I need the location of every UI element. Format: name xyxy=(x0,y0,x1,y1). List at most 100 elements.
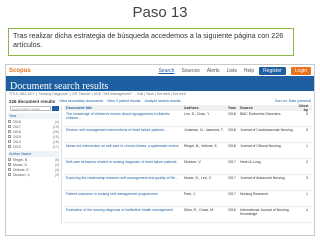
authors-cell[interactable]: Park, J. xyxy=(184,192,228,205)
facet-count: (4) xyxy=(54,162,59,167)
checkbox[interactable] xyxy=(8,120,11,123)
caption-text: Tras realizar dicha estrategia de búsque… xyxy=(13,31,284,49)
facet-label: 2015 xyxy=(13,134,21,139)
cited-by-cell[interactable]: 0 xyxy=(296,112,308,125)
year-cell: 2017 xyxy=(228,192,236,196)
col-authors-header[interactable]: Authors xyxy=(184,106,228,110)
facet-count: (5) xyxy=(54,157,59,162)
facet-label: Dickson, V. xyxy=(13,172,31,177)
document-title-link[interactable]: Evaluation of the nursing diagnosis of i… xyxy=(66,208,184,221)
document-title-link[interactable]: Exploring the relationship between self-… xyxy=(66,176,184,189)
table-row: Review: self-management interventions of… xyxy=(64,127,312,143)
document-title-link[interactable]: Patient outcomes in nursing self-managem… xyxy=(66,192,184,205)
nav-sources[interactable]: Sources xyxy=(181,68,199,74)
checkbox[interactable] xyxy=(8,140,11,143)
sort-dropdown[interactable]: Sort on: Date (newest) xyxy=(275,99,311,103)
source-cell[interactable]: Journal of Advanced Nursing xyxy=(240,176,296,189)
facet-count: (26) xyxy=(52,129,59,134)
authors-cell[interactable]: Silva, R., Costa, M. xyxy=(184,208,228,221)
facet-label: 2016 xyxy=(13,129,21,134)
scopus-screenshot: Scopus Search Sources Alerts Lists Help … xyxy=(5,64,315,236)
facet-author-item[interactable]: Riegel, B. (5) xyxy=(8,157,59,162)
cited-by-cell[interactable]: 4 xyxy=(296,208,308,221)
source-cell[interactable]: BMC Endocrine Disorders xyxy=(240,112,296,125)
checkbox[interactable] xyxy=(8,145,11,148)
register-button[interactable]: Register xyxy=(259,66,286,75)
facet-year-item[interactable]: 2018 (4) xyxy=(8,119,59,124)
year-cell: 2018 xyxy=(228,144,236,148)
analyze-results-link[interactable]: Analyze search results xyxy=(144,99,180,103)
checkbox[interactable] xyxy=(8,130,11,133)
source-cell[interactable]: Nursing Research xyxy=(240,192,296,205)
col-cited-header[interactable]: Cited by xyxy=(296,104,309,112)
table-row: Nurse-led intervention on self-care in c… xyxy=(64,143,312,159)
facet-label: 2013 xyxy=(13,144,21,149)
authors-cell[interactable]: Moser, D., Lee, C. xyxy=(184,176,228,189)
document-title-link[interactable]: Nurse-led intervention on self-care in c… xyxy=(66,144,184,157)
cited-by-cell[interactable]: 0 xyxy=(296,128,308,141)
patent-results-link[interactable]: View 3 patent results xyxy=(107,99,140,103)
authors-cell[interactable]: Dickson, V. xyxy=(184,160,228,173)
facet-label: Riegel, B. xyxy=(13,157,29,162)
results-toolbar: 226 document results View secondary docu… xyxy=(6,97,314,105)
authors-cell[interactable]: Jonkman, N., Jaarsma, T. xyxy=(184,128,228,141)
search-within-input[interactable]: Search within results... xyxy=(10,106,51,111)
results-count: 226 document results xyxy=(9,98,56,104)
authors-cell[interactable]: Lim, S., Chan, Y. xyxy=(184,112,228,125)
table-row: The knowledge of children's nurses about… xyxy=(64,111,312,127)
table-row: Patient outcomes in nursing self-managem… xyxy=(64,191,312,207)
document-title-link[interactable]: The knowledge of children's nurses about… xyxy=(66,112,184,125)
document-title-link[interactable]: Review: self-management interventions of… xyxy=(66,128,184,141)
facet-author-item[interactable]: Dickson, V. (3) xyxy=(8,172,59,177)
page-title: Document search results xyxy=(10,81,109,92)
facet-count: (4) xyxy=(54,119,59,124)
facet-year-item[interactable]: 2013 (17) xyxy=(8,144,59,149)
year-cell: 2018 xyxy=(228,112,236,116)
nav-alerts[interactable]: Alerts xyxy=(207,68,220,74)
facet-year-item[interactable]: 2014 (16) xyxy=(8,139,59,144)
cited-by-cell[interactable]: 1 xyxy=(296,192,308,205)
facet-year-item[interactable]: 2015 (15) xyxy=(8,134,59,139)
facet-count: (15) xyxy=(52,134,59,139)
table-row: Self-care behaviors related to nursing d… xyxy=(64,159,312,175)
facet-count: (4) xyxy=(54,167,59,172)
checkbox[interactable] xyxy=(8,173,11,176)
checkbox[interactable] xyxy=(8,158,11,161)
cited-by-cell[interactable]: 3 xyxy=(296,176,308,189)
search-within: Search within results... xyxy=(8,106,59,111)
authors-cell[interactable]: Riegel, B., Vellone, E. xyxy=(184,144,228,157)
facet-label: Moser, D. xyxy=(13,162,28,167)
col-title-header[interactable]: Document title xyxy=(66,106,184,110)
source-cell[interactable]: Heart & Lung xyxy=(240,160,296,173)
nav-lists[interactable]: Lists xyxy=(227,68,237,74)
facet-author-item[interactable]: Moser, D. (4) xyxy=(8,162,59,167)
cited-by-cell[interactable]: 2 xyxy=(296,160,308,173)
year-cell: 2018 xyxy=(228,128,236,132)
source-cell[interactable]: International Journal of Nursing Knowled… xyxy=(240,208,296,221)
facet-year-item[interactable]: 2017 (19) xyxy=(8,124,59,129)
document-title-link[interactable]: Self-care behaviors related to nursing d… xyxy=(66,160,184,173)
checkbox[interactable] xyxy=(8,135,11,138)
checkbox[interactable] xyxy=(8,125,11,128)
checkbox[interactable] xyxy=(8,163,11,166)
source-cell[interactable]: Journal of Cardiovascular Nursing xyxy=(240,128,296,141)
nav-help[interactable]: Help xyxy=(244,68,254,74)
table-row: Evaluation of the nursing diagnosis of i… xyxy=(64,207,312,223)
top-nav: Scopus Search Sources Alerts Lists Help … xyxy=(6,65,314,76)
cited-by-cell[interactable]: 1 xyxy=(296,144,308,157)
search-within-button[interactable] xyxy=(52,106,59,111)
checkbox[interactable] xyxy=(8,168,11,171)
scopus-logo[interactable]: Scopus xyxy=(9,68,31,74)
facet-count: (3) xyxy=(54,172,59,177)
table-row: Exploring the relationship between self-… xyxy=(64,175,312,191)
table-header: Document title Authors Year Source Cited… xyxy=(64,104,312,112)
login-button[interactable]: Login xyxy=(290,66,311,75)
facet-count: (16) xyxy=(52,139,59,144)
nav-search[interactable]: Search xyxy=(159,68,175,74)
facet-year-item[interactable]: 2016 (26) xyxy=(8,129,59,134)
secondary-documents-link[interactable]: View secondary documents xyxy=(59,99,103,103)
facet-author-item[interactable]: Vellone, E. (4) xyxy=(8,167,59,172)
source-cell[interactable]: Journal of Clinical Nursing xyxy=(240,144,296,157)
col-year-header[interactable]: Year xyxy=(228,106,240,110)
col-source-header[interactable]: Source xyxy=(240,106,296,110)
